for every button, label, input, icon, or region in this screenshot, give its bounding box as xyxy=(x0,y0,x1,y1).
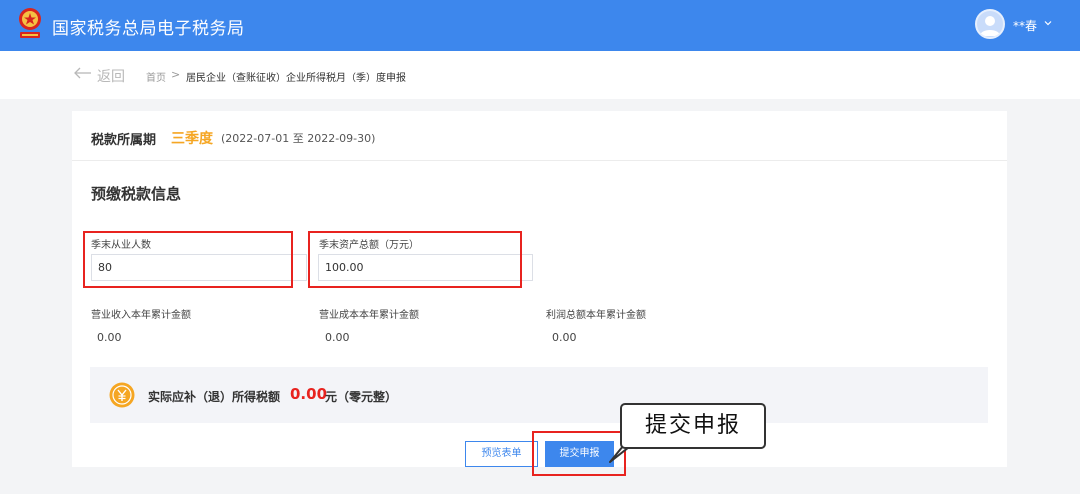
back-arrow-icon[interactable] xyxy=(73,66,93,80)
tax-due-amount: 0.00 xyxy=(290,385,328,403)
tax-due-label: 实际应补（退）所得税额 xyxy=(148,390,281,404)
cost-value: 0.00 xyxy=(325,331,350,344)
tax-due-unit: 元（零元整） xyxy=(325,390,398,404)
breadcrumb-bar: 返回 首页 > 居民企业（查账征收）企业所得税月（季）度申报 xyxy=(0,51,1080,99)
tax-period-range: (2022-07-01 至 2022-09-30) xyxy=(221,132,376,145)
top-header-bar: 国家税务总局电子税务局 **春 xyxy=(0,0,1080,51)
tax-period-label: 税款所属期 xyxy=(91,133,157,148)
back-link[interactable]: 返回 xyxy=(97,66,125,86)
user-name[interactable]: **春 xyxy=(1013,17,1037,34)
tax-period-row: 税款所属期 三季度 (2022-07-01 至 2022-09-30) xyxy=(72,111,1007,161)
app-title: 国家税务总局电子税务局 xyxy=(52,19,245,39)
breadcrumb-home-link[interactable]: 首页 xyxy=(146,69,166,84)
user-avatar[interactable] xyxy=(975,9,1005,39)
highlight-assets xyxy=(308,231,522,288)
coin-icon xyxy=(109,382,135,408)
submit-callout-bubble: 提交申报 xyxy=(620,403,766,449)
breadcrumb-separator: > xyxy=(171,68,181,81)
revenue-value: 0.00 xyxy=(97,331,122,344)
preview-form-button[interactable]: 预览表单 xyxy=(465,441,538,467)
profit-value: 0.00 xyxy=(552,331,577,344)
declaration-card: 税款所属期 三季度 (2022-07-01 至 2022-09-30) 预缴税款… xyxy=(72,111,1007,467)
breadcrumb-current: 居民企业（查账征收）企业所得税月（季）度申报 xyxy=(186,73,406,84)
user-icon xyxy=(980,16,1000,36)
profit-label: 利润总额本年累计金额 xyxy=(546,310,646,321)
section-title: 预缴税款信息 xyxy=(91,185,182,203)
chevron-down-icon[interactable] xyxy=(1042,17,1054,29)
cost-label: 营业成本本年累计金额 xyxy=(319,310,419,321)
revenue-label: 营业收入本年累计金额 xyxy=(91,310,191,321)
highlight-employees xyxy=(83,231,293,288)
tax-summary-bar: 实际应补（退）所得税额 0.00 元（零元整） xyxy=(90,367,988,423)
national-emblem-icon xyxy=(19,8,41,38)
tax-period-name: 三季度 xyxy=(171,131,213,147)
